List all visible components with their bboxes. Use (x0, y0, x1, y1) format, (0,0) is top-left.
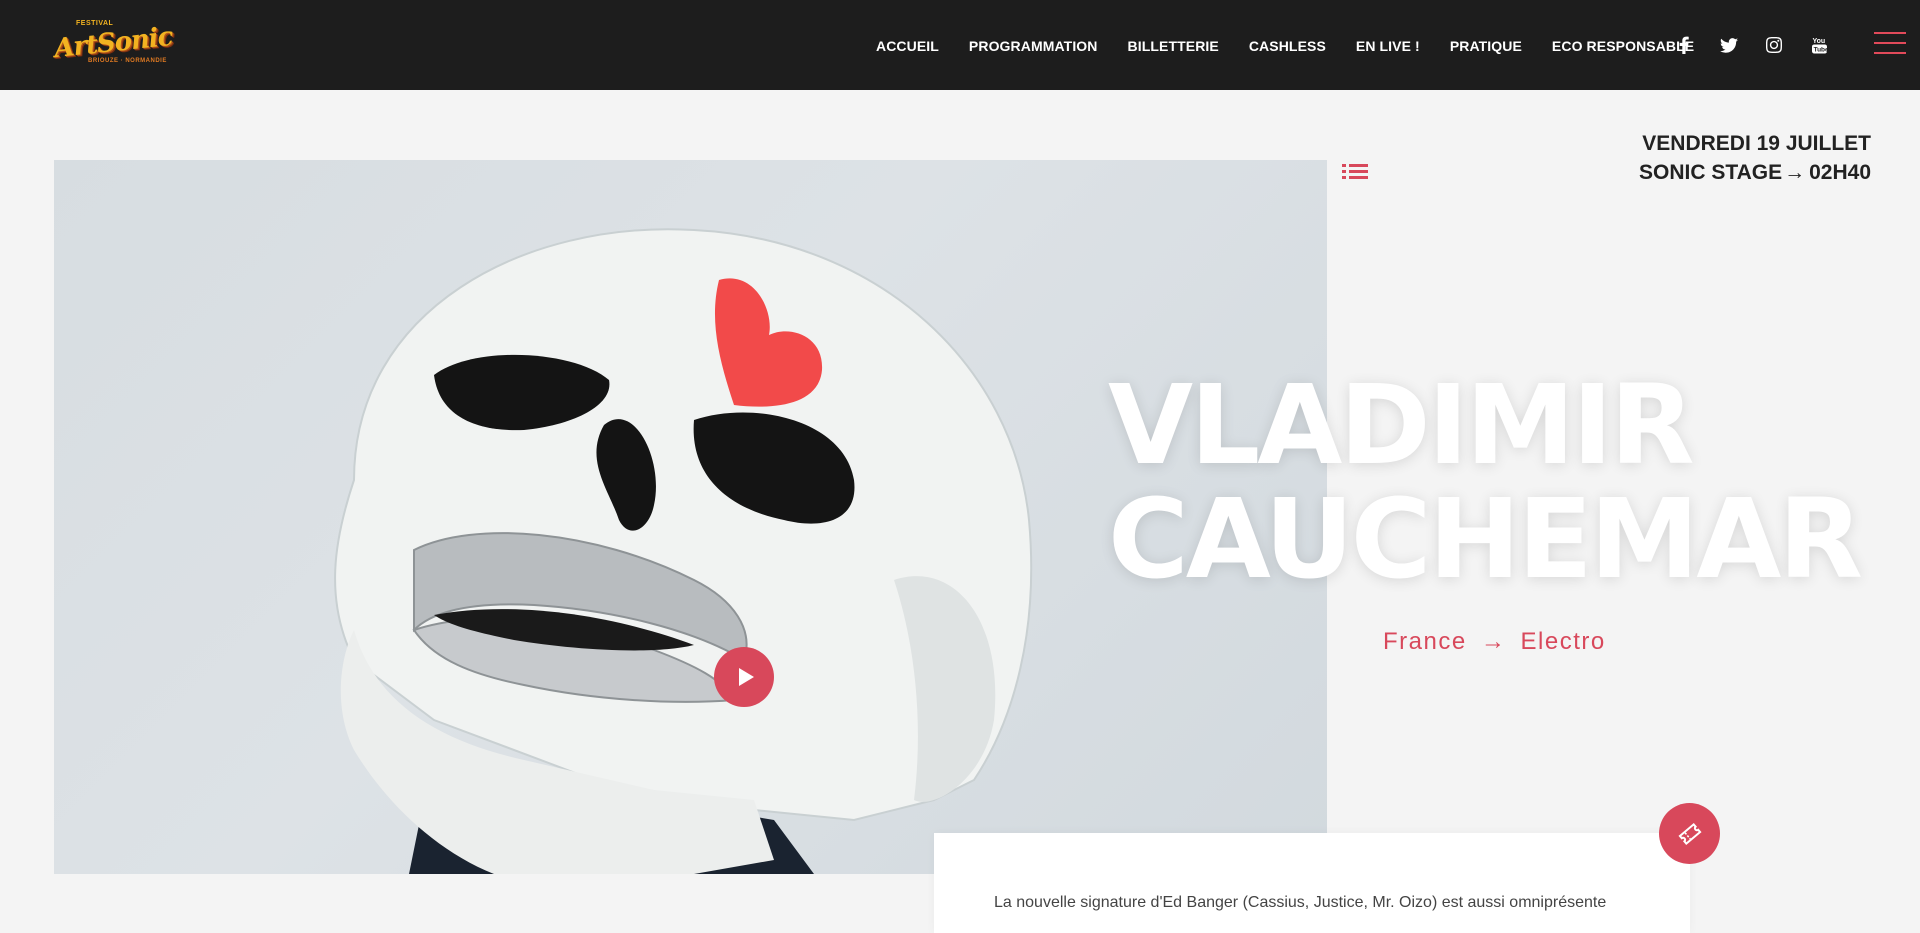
nav-item-accueil[interactable]: ACCUEIL (876, 38, 939, 54)
svg-text:You: You (1812, 38, 1825, 45)
artist-origin-genre: France → Electro (1383, 628, 1606, 656)
performance-schedule: VENDREDI 19 JUILLET SONIC STAGE→ 02H40 (1639, 129, 1871, 187)
main-nav: ACCUEIL PROGRAMMATION BILLETTERIE CASHLE… (876, 36, 1724, 56)
artist-genre: Electro (1520, 628, 1606, 655)
nav-item-programmation[interactable]: PROGRAMMATION (969, 38, 1098, 54)
ticket-button[interactable] (1659, 803, 1720, 864)
instagram-icon[interactable] (1762, 34, 1786, 56)
twitter-icon[interactable] (1717, 34, 1741, 56)
artist-name-line-1: VLADIMIR (1108, 361, 1695, 489)
logo-tagline-bottom: BRIOUZE · NORMANDIE (88, 58, 167, 64)
artist-description-card: La nouvelle signature d'Ed Banger (Cassi… (934, 833, 1690, 933)
nav-item-billetterie[interactable]: BILLETTERIE (1128, 38, 1219, 54)
ticket-icon (1677, 822, 1702, 845)
stage-name: SONIC STAGE (1638, 161, 1783, 184)
nav-item-en-live[interactable]: EN LIVE ! (1356, 38, 1420, 54)
performance-date: VENDREDI 19 JUILLET (1642, 132, 1871, 155)
artist-name: VLADIMIR CAUCHEMAR (1108, 368, 1908, 596)
meta-arrow: → (1480, 628, 1507, 655)
play-video-button[interactable] (714, 647, 774, 707)
facebook-icon[interactable] (1672, 34, 1696, 56)
nav-item-cashless[interactable]: CASHLESS (1249, 38, 1326, 54)
hamburger-menu-icon[interactable] (1874, 30, 1906, 56)
nav-item-pratique[interactable]: PRATIQUE (1450, 38, 1522, 54)
performance-stage-time: SONIC STAGE→ 02H40 (1639, 158, 1871, 187)
list-icon[interactable] (1342, 162, 1368, 184)
logo-tagline-top: FESTIVAL (76, 20, 114, 27)
artist-description: La nouvelle signature d'Ed Banger (Cassi… (994, 894, 1607, 911)
artist-country: France (1383, 628, 1467, 655)
social-links: You Tube (1672, 34, 1852, 56)
top-navigation-bar: FESTIVAL ArtSonic BRIOUZE · NORMANDIE AC… (0, 0, 1920, 90)
youtube-icon[interactable]: You Tube (1807, 34, 1831, 56)
performance-time: 02H40 (1809, 161, 1871, 184)
artsonic-logo[interactable]: FESTIVAL ArtSonic BRIOUZE · NORMANDIE (53, 20, 174, 68)
svg-text:Tube: Tube (1813, 47, 1826, 54)
artist-name-line-2: CAUCHEMAR (1108, 475, 1863, 603)
stage-arrow: → (1784, 161, 1806, 184)
